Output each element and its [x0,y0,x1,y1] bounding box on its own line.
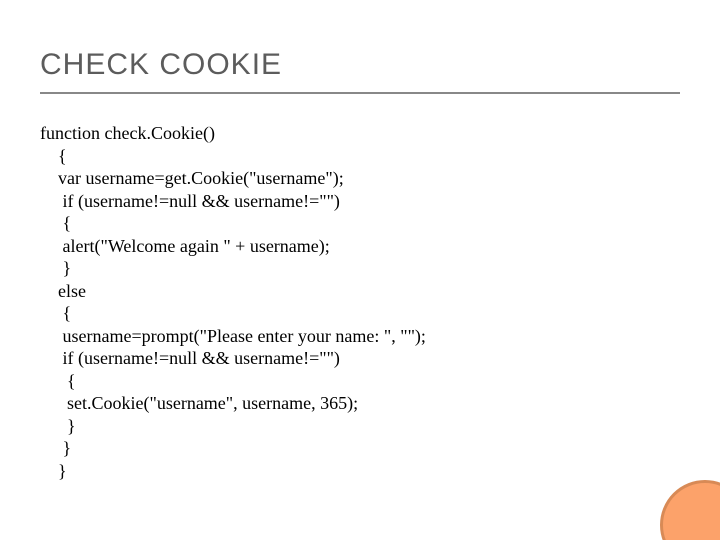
code-line: { [40,213,71,233]
code-line: function check.Cookie() [40,123,215,143]
code-line: if (username!=null && username!="") [40,191,340,211]
slide: CHECK COOKIE function check.Cookie() { v… [0,0,720,540]
code-line: } [40,438,71,458]
code-line: } [40,258,71,278]
code-line: else [40,281,86,301]
code-line: { [40,303,71,323]
code-line: username=prompt("Please enter your name:… [40,326,426,346]
code-line: alert("Welcome again " + username); [40,236,330,256]
code-line: } [40,416,76,436]
code-line: { [40,371,76,391]
code-line: } [40,461,67,481]
code-block: function check.Cookie() { var username=g… [40,122,680,482]
code-line: { [40,146,67,166]
slide-title: CHECK COOKIE [40,48,680,94]
code-line: var username=get.Cookie("username"); [40,168,344,188]
code-line: set.Cookie("username", username, 365); [40,393,358,413]
code-line: if (username!=null && username!="") [40,348,340,368]
decor-circle-icon [660,480,720,540]
